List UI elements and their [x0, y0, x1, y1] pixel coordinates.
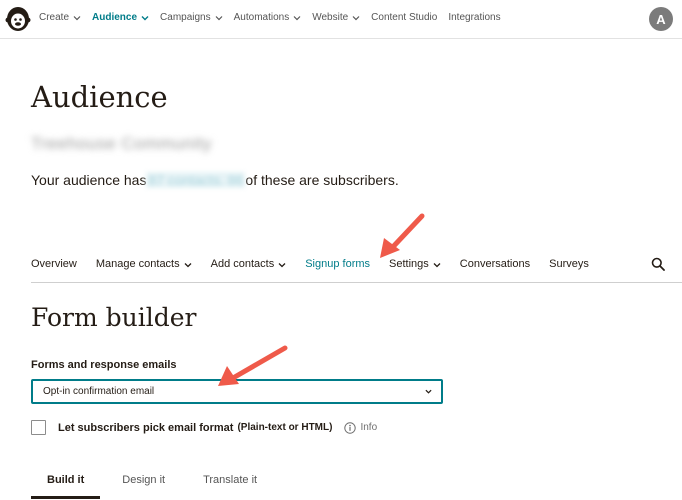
nav-integrations[interactable]: Integrations: [448, 12, 500, 23]
forms-select-label: Forms and response emails: [31, 359, 177, 371]
tab-design-it[interactable]: Design it: [106, 466, 181, 499]
nav-content-studio[interactable]: Content Studio: [371, 12, 437, 23]
subnav-add-contacts[interactable]: Add contacts: [211, 258, 287, 282]
audience-subnav: Overview Manage contacts Add contacts Si…: [31, 257, 682, 283]
forms-select[interactable]: Opt-in confirmation email: [31, 379, 443, 404]
chevron-down-icon: [141, 15, 149, 20]
tab-design-it-label: Design it: [122, 474, 166, 486]
info-icon: [344, 421, 357, 434]
subnav-manage-contacts[interactable]: Manage contacts: [96, 258, 192, 282]
nav-create-label: Create: [39, 12, 70, 23]
chevron-down-icon: [293, 15, 301, 20]
subnav-overview-label: Overview: [31, 258, 77, 270]
audience-summary: Your audience has 87 contacts. 86 of these…: [31, 172, 399, 188]
search-icon[interactable]: [651, 257, 665, 271]
nav-website[interactable]: Website: [312, 12, 360, 23]
subnav-settings-label: Settings: [389, 258, 429, 270]
chevron-down-icon: [184, 263, 192, 268]
subnav-signup-forms[interactable]: Signup forms: [305, 258, 370, 282]
mailchimp-logo-icon[interactable]: [5, 4, 31, 34]
info-label: Info: [360, 422, 378, 433]
chevron-down-icon: [215, 15, 223, 20]
nav-automations[interactable]: Automations: [234, 12, 302, 23]
tab-build-it[interactable]: Build it: [31, 466, 101, 499]
nav-integrations-label: Integrations: [448, 12, 501, 23]
summary-prefix: Your audience has: [31, 172, 147, 188]
chevron-down-icon: [425, 389, 432, 394]
subnav-conversations[interactable]: Conversations: [460, 258, 530, 282]
form-builder-title: Form builder: [31, 303, 197, 332]
nav-campaigns-label: Campaigns: [160, 12, 211, 23]
page-title: Audience: [31, 80, 168, 114]
nav-website-label: Website: [312, 12, 349, 23]
nav-automations-label: Automations: [233, 12, 290, 23]
email-format-label: Let subscribers pick email format: [58, 421, 234, 434]
chevron-down-icon: [73, 15, 81, 20]
avatar-initial: A: [656, 11, 666, 27]
email-format-checkbox[interactable]: [31, 420, 46, 435]
main-nav: Create Audience Campaigns Automations We…: [39, 12, 512, 23]
email-format-option: Let subscribers pick email format (Plain…: [31, 420, 377, 435]
nav-content-studio-label: Content Studio: [371, 12, 438, 23]
tab-translate-it-label: Translate it: [203, 474, 258, 486]
nav-create[interactable]: Create: [39, 12, 81, 23]
subnav-overview[interactable]: Overview: [31, 258, 77, 282]
summary-suffix: of these are subscribers.: [245, 172, 399, 188]
avatar[interactable]: A: [649, 7, 673, 31]
subnav-surveys[interactable]: Surveys: [549, 258, 589, 282]
chevron-down-icon: [352, 15, 360, 20]
annotation-arrow-signup-icon: [380, 213, 425, 258]
nav-audience[interactable]: Audience: [92, 12, 149, 23]
audience-name: Treehouse Community: [31, 134, 212, 153]
email-format-sub-label: (Plain-text or HTML): [237, 422, 333, 433]
tab-build-it-label: Build it: [47, 474, 85, 486]
subnav-signup-forms-label: Signup forms: [305, 258, 371, 270]
info-link[interactable]: Info: [344, 421, 378, 434]
nav-audience-label: Audience: [92, 12, 138, 23]
forms-select-value: Opt-in confirmation email: [43, 386, 155, 397]
subnav-settings[interactable]: Settings: [389, 258, 441, 282]
tab-translate-it[interactable]: Translate it: [187, 466, 273, 499]
subnav-conversations-label: Conversations: [459, 258, 531, 270]
builder-tabs: Build it Design it Translate it: [31, 466, 279, 499]
top-navigation: Create Audience Campaigns Automations We…: [0, 0, 682, 39]
subnav-add-contacts-label: Add contacts: [210, 258, 275, 270]
chevron-down-icon: [433, 263, 441, 268]
subnav-manage-contacts-label: Manage contacts: [95, 258, 180, 270]
subnav-surveys-label: Surveys: [549, 258, 589, 270]
nav-campaigns[interactable]: Campaigns: [160, 12, 223, 23]
chevron-down-icon: [278, 263, 286, 268]
summary-count[interactable]: 87 contacts. 86: [146, 172, 246, 188]
